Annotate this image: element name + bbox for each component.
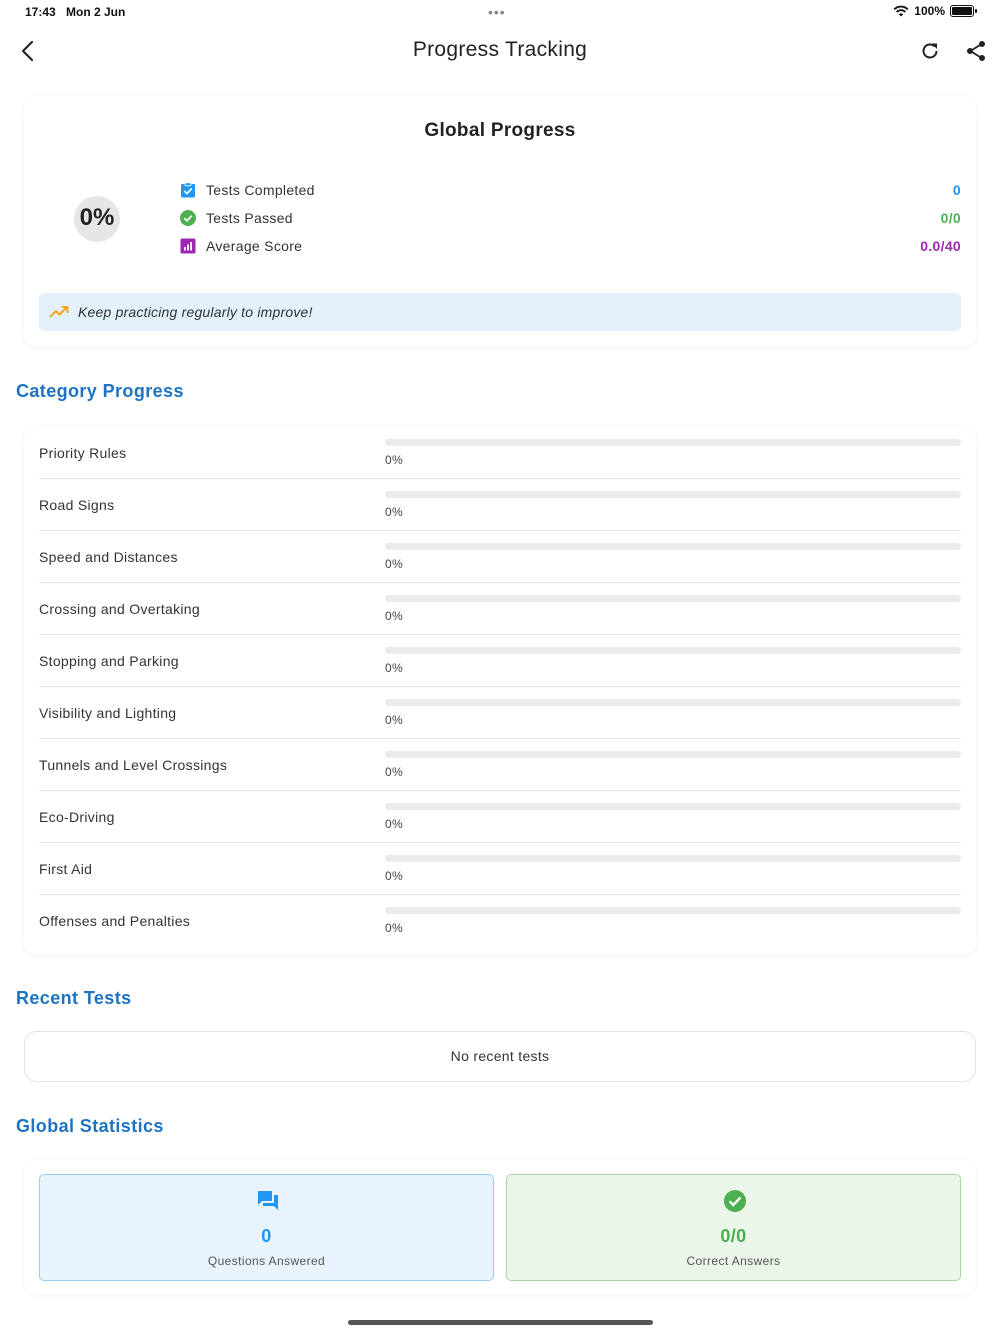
recent-tests-empty: No recent tests [24,1031,976,1082]
check-circle-icon [724,1190,746,1212]
category-row[interactable]: Crossing and Overtaking 0% [39,583,961,635]
category-row[interactable]: Road Signs 0% [39,479,961,531]
refresh-icon[interactable] [918,39,942,63]
category-percent: 0% [385,921,403,935]
category-progress-title: Category Progress [16,381,184,401]
global-progress-card: Global Progress 0% Tests Completed 0 Tes… [24,96,976,347]
stat-label: Tests Passed [206,210,293,226]
clipboard-check-icon [181,182,195,198]
tip-text: Keep practicing regularly to improve! [78,304,313,320]
home-indicator[interactable] [348,1320,653,1325]
status-date: Mon 2 Jun [66,5,126,19]
category-name: Priority Rules [39,445,127,461]
multitasking-dots-icon[interactable]: ••• [488,4,506,20]
wifi-icon [893,5,909,17]
global-progress-percent: 0% [79,204,115,231]
questions-answered-value: 0 [261,1226,272,1246]
category-progress-bar [385,855,961,862]
category-name: Road Signs [39,497,115,513]
category-percent: 0% [385,609,403,623]
nav-bar: Progress Tracking [0,28,1000,76]
category-percent: 0% [385,869,403,883]
questions-answered-label: Questions Answered [207,1254,326,1268]
battery-percent: 100% [914,4,945,18]
category-percent: 0% [385,765,403,779]
category-row[interactable]: Offenses and Penalties 0% [39,895,961,947]
global-progress-title: Global Progress [424,120,576,141]
category-name: First Aid [39,861,93,877]
category-name: Tunnels and Level Crossings [39,757,228,773]
check-circle-icon [180,210,196,226]
category-progress-bar [385,751,961,758]
status-time: 17:43 [25,5,56,19]
global-statistics-card: 0 Questions Answered 0/0 Correct Answers [24,1160,976,1294]
category-progress-bar [385,543,961,550]
category-percent: 0% [385,557,403,571]
category-percent: 0% [385,661,403,675]
correct-answers-value: 0/0 [720,1226,747,1246]
stat-average-score: Average Score 0.0/40 [180,236,961,256]
category-row[interactable]: Priority Rules 0% [39,427,961,479]
category-name: Stopping and Parking [39,653,179,669]
trending-up-icon [49,306,69,318]
category-percent: 0% [385,453,403,467]
category-progress-bar [385,491,961,498]
bar-chart-icon [180,238,196,254]
category-row[interactable]: Stopping and Parking 0% [39,635,961,687]
category-progress-bar [385,439,961,446]
stat-label: Average Score [206,238,303,254]
category-row[interactable]: First Aid 0% [39,843,961,895]
forum-icon [258,1191,278,1210]
category-percent: 0% [385,505,403,519]
stat-value: 0.0/40 [920,238,961,254]
stat-value: 0/0 [940,210,961,226]
stat-label: Tests Completed [206,182,315,198]
category-progress-bar [385,647,961,654]
category-name: Crossing and Overtaking [39,601,200,617]
category-row[interactable]: Tunnels and Level Crossings 0% [39,739,961,791]
correct-answers-label: Correct Answers [686,1254,781,1268]
status-right: 100% [893,4,977,18]
category-row[interactable]: Speed and Distances 0% [39,531,961,583]
global-statistics-title: Global Statistics [16,1116,164,1136]
category-progress-card: Priority Rules 0% Road Signs 0% Speed an… [24,427,976,955]
correct-answers-box: 0/0 Correct Answers [506,1174,961,1281]
status-bar: 17:43 Mon 2 Jun ••• 100% [0,0,1000,24]
category-progress-bar [385,803,961,810]
category-row[interactable]: Visibility and Lighting 0% [39,687,961,739]
share-icon[interactable] [964,39,988,63]
stat-value: 0 [952,182,961,198]
category-name: Offenses and Penalties [39,913,191,929]
category-percent: 0% [385,817,403,831]
category-percent: 0% [385,713,403,727]
stat-tests-completed: Tests Completed 0 [180,180,961,200]
category-progress-bar [385,595,961,602]
category-name: Eco-Driving [39,809,115,825]
motivation-tip: Keep practicing regularly to improve! [39,293,961,331]
category-progress-bar [385,907,961,914]
category-name: Speed and Distances [39,549,178,565]
recent-tests-title: Recent Tests [16,988,132,1008]
category-progress-bar [385,699,961,706]
page-title: Progress Tracking [412,38,588,61]
category-row[interactable]: Eco-Driving 0% [39,791,961,843]
questions-answered-box: 0 Questions Answered [39,1174,494,1281]
category-name: Visibility and Lighting [39,705,177,721]
battery-icon [950,5,977,17]
stat-tests-passed: Tests Passed 0/0 [180,208,961,228]
